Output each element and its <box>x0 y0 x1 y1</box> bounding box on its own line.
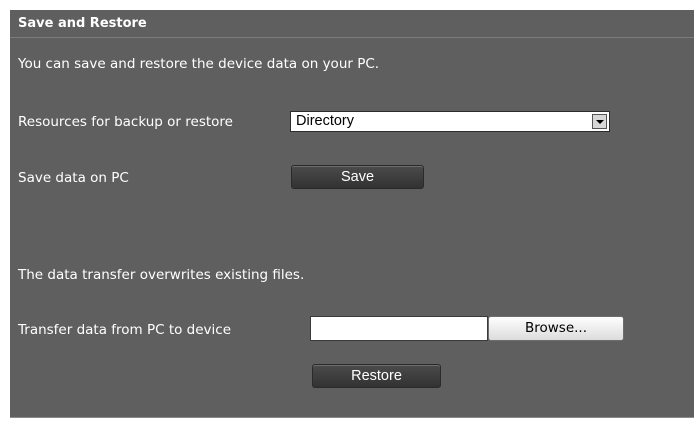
resources-selected-value: Directory <box>296 113 355 129</box>
chevron-down-icon[interactable] <box>592 114 607 129</box>
intro-text: You can save and restore the device data… <box>18 56 380 72</box>
resources-select[interactable]: Directory <box>290 111 610 132</box>
page-title: Save and Restore <box>18 16 147 31</box>
overwrite-warning: The data transfer overwrites existing fi… <box>18 267 305 283</box>
save-button[interactable]: Save <box>291 165 424 189</box>
transfer-label: Transfer data from PC to device <box>18 322 232 338</box>
file-path-input[interactable] <box>310 316 488 341</box>
resources-label: Resources for backup or restore <box>18 114 233 130</box>
save-restore-panel: Save and Restore You can save and restor… <box>10 10 694 418</box>
save-data-label: Save data on PC <box>18 170 129 186</box>
browse-button[interactable]: Browse... <box>488 316 624 341</box>
restore-button[interactable]: Restore <box>312 364 441 388</box>
section-header: Save and Restore <box>10 10 694 38</box>
